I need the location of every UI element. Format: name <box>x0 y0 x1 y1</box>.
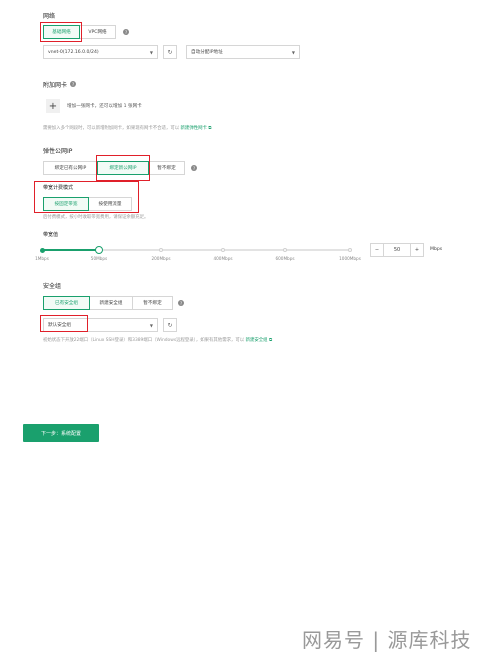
help-icon[interactable]: ? <box>70 81 76 87</box>
tab-pay-by-traffic[interactable]: 按使用流量 <box>88 197 132 211</box>
bandwidth-input[interactable]: 50 <box>383 243 411 257</box>
bandwidth-stepper: − 50 + <box>370 243 424 257</box>
billing-tabs: 按固定带宽 按使用流量 <box>43 197 132 211</box>
external-link-icon: ⧉ <box>268 338 273 343</box>
refresh-icon[interactable]: ↻ <box>163 318 177 332</box>
ip-select-value: 自动分配IP地址 <box>191 50 223 55</box>
tab-no-sg[interactable]: 暂不绑定 <box>132 296 173 310</box>
bandwidth-title: 带宽值 <box>43 232 59 238</box>
ip-select[interactable]: 自动分配IP地址 ▼ <box>186 45 300 59</box>
security-hint-text: 初始状态下开放22端口（Linux SSH登录）和3389端口（Windows远… <box>43 338 245 343</box>
tab-fixed-bandwidth[interactable]: 按固定带宽 <box>43 197 89 211</box>
billing-title: 带宽计费模式 <box>43 185 74 191</box>
nic-title: 附加网卡 <box>43 82 68 89</box>
plus-button[interactable]: + <box>410 243 424 257</box>
eip-tabs: 绑定已有公网IP 绑定新公网IP 暂不绑定 <box>43 161 185 175</box>
tab-bind-existing-eip[interactable]: 绑定已有公网IP <box>43 161 98 175</box>
new-eni-link[interactable]: 新建弹性网卡 <box>181 126 207 131</box>
tick-label: 400Mbps <box>213 256 233 261</box>
vnet-select[interactable]: vnet-0(172.16.0.0/24) ▼ <box>43 45 158 59</box>
help-icon[interactable]: ? <box>191 165 197 171</box>
vnet-select-value: vnet-0(172.16.0.0/24) <box>48 49 99 55</box>
add-nic-button[interactable]: 增加一张网卡，还可以增加 1 张网卡 <box>67 103 142 109</box>
tab-new-sg[interactable]: 新建安全组 <box>89 296 133 310</box>
refresh-icon[interactable]: ↻ <box>163 45 177 59</box>
new-sg-link[interactable]: 新建安全组 <box>246 338 268 343</box>
watermark: 网易号 | 源库科技 <box>302 628 472 652</box>
bandwidth-slider-handle[interactable] <box>95 246 103 254</box>
security-hint: 初始状态下开放22端口（Linux SSH登录）和3389端口（Windows远… <box>43 337 272 343</box>
chevron-down-icon: ▼ <box>291 49 295 55</box>
security-title: 安全组 <box>43 283 62 290</box>
external-link-icon: ⧉ <box>208 126 212 131</box>
tab-no-eip[interactable]: 暂不绑定 <box>148 161 185 175</box>
slider-mark-400 <box>221 248 225 252</box>
tick-label: 1Mbps <box>35 256 49 261</box>
tab-bind-new-eip[interactable]: 绑定新公网IP <box>97 161 149 175</box>
security-group-value: 默认安全组 <box>48 323 71 328</box>
tick-label: 200Mbps <box>151 256 171 261</box>
tick-label: 600Mbps <box>275 256 295 261</box>
bandwidth-slider-fill <box>42 249 99 251</box>
nic-hint: 需要加入多个网段时，可以新增附加网卡，如果现有网卡不合适，可以 新建弹性网卡 ⧉ <box>43 125 211 131</box>
eip-title: 弹性公网IP <box>43 148 73 155</box>
slider-mark-200 <box>159 248 163 252</box>
bandwidth-unit: Mbps <box>430 247 443 252</box>
plus-icon[interactable]: + <box>46 99 60 113</box>
network-tabs: 基础网络 VPC网络 <box>43 25 116 39</box>
tab-vpc-network[interactable]: VPC网络 <box>79 25 116 39</box>
next-step-button[interactable]: 下一步：系统配置 <box>23 424 99 442</box>
tab-basic-network[interactable]: 基础网络 <box>43 25 80 39</box>
security-group-select[interactable]: 默认安全组 ▼ <box>43 318 158 332</box>
help-icon[interactable]: ? <box>178 300 184 306</box>
help-icon[interactable]: ? <box>123 29 129 35</box>
slider-start-dot <box>40 247 45 253</box>
chevron-down-icon: ▼ <box>149 322 153 328</box>
tick-label: 1000Mbps <box>339 256 361 261</box>
tab-existing-sg[interactable]: 已有安全组 <box>43 296 90 310</box>
minus-button[interactable]: − <box>370 243 384 257</box>
slider-mark-600 <box>283 248 287 252</box>
billing-hint: 后付费模式，按小时收取带宽费用，请保证余额充足。 <box>43 215 149 220</box>
chevron-down-icon: ▼ <box>149 49 153 55</box>
tick-label: 50Mbps <box>90 256 108 261</box>
slider-mark-1000 <box>348 248 352 252</box>
network-title: 网络 <box>43 13 56 20</box>
nic-hint-text: 需要加入多个网段时，可以新增附加网卡，如果现有网卡不合适，可以 <box>43 126 180 131</box>
security-tabs: 已有安全组 新建安全组 暂不绑定 <box>43 296 173 310</box>
